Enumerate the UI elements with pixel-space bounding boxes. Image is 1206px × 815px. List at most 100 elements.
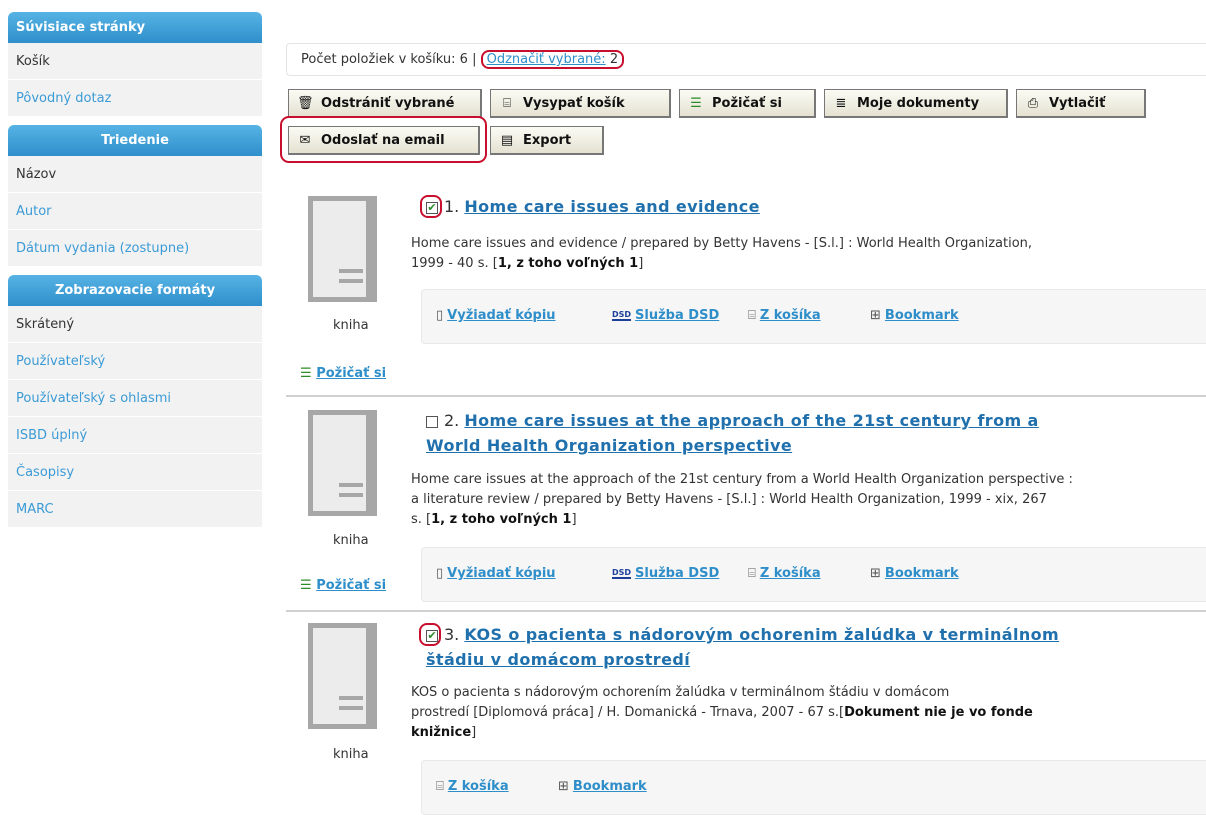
export-icon: ▤ — [500, 132, 514, 148]
cart-count-text: Počet položiek v košíku: 6 | — [301, 52, 477, 67]
dsd-icon: DSD — [612, 310, 632, 321]
record-number: 3. — [444, 625, 460, 644]
format-user[interactable]: Používateľský — [8, 343, 262, 380]
basket-icon: ⌸ — [748, 308, 756, 323]
record-actions: ▯ Vyžiadať kópiu DSD Služba DSD ⌸ Z košíka … — [421, 547, 1206, 602]
format-isbd[interactable]: ISBD úplný — [8, 417, 262, 454]
basket-icon: ⌸ — [503, 95, 511, 111]
dsd-service-link[interactable]: DSD Služba DSD — [612, 566, 719, 581]
record-title: 2. Home care issues at the approach of t… — [426, 408, 1066, 458]
request-copy-link[interactable]: ▯ Vyžiadať kópiu — [436, 566, 556, 581]
record-title: ✔ 3. KOS o pacienta s nádorovým ochorenim… — [426, 622, 1066, 672]
record-title-link[interactable]: KOS o pacienta s nádorovým ochorenim žal… — [464, 625, 1059, 644]
format-marc[interactable]: MARC — [8, 491, 262, 528]
borrow-link[interactable]: ☰ Požičať si — [300, 366, 386, 381]
record-format: kniha — [333, 533, 369, 548]
format-short[interactable]: Skrátený — [8, 306, 262, 343]
my-documents-label: Moje dokumenty — [857, 95, 980, 111]
remove-selected-label: Odstrániť vybrané — [321, 95, 455, 111]
record-description: KOS o pacienta s nádorovým ochorením žal… — [411, 683, 1191, 743]
record-number: 2. — [444, 411, 460, 430]
format-user-citations[interactable]: Používateľský s ohlasmi — [8, 380, 262, 417]
bookmark-link[interactable]: ⊞ Bookmark — [870, 566, 959, 581]
cart-info-bar: Počet položiek v košíku: 6 | Odznačiť vy… — [286, 43, 1206, 76]
desc-line: s. [1, z toho voľných 1] — [411, 512, 577, 527]
record-checkbox[interactable]: ✔ — [426, 201, 438, 214]
desc-line: Home care issues at the approach of the … — [411, 472, 1073, 487]
remove-from-cart-link[interactable]: ⌸ Z košíka — [436, 779, 509, 794]
copy-icon: ▯ — [436, 308, 444, 323]
copy-icon: ▯ — [436, 566, 444, 581]
format-journals[interactable]: Časopisy — [8, 454, 262, 491]
record-title-link-line2[interactable]: štádiu v domácom prostredí — [426, 650, 690, 669]
desc-line: prostredí [Diplomová práca] / H. Domanic… — [411, 705, 1033, 720]
record-actions: ▯ Vyžiadať kópiu DSD Služba DSD ⌸ Z košíka … — [421, 289, 1206, 344]
bookmark-link[interactable]: ⊞ Bookmark — [558, 779, 647, 794]
empty-cart-button[interactable]: ⌸ Vysypať košík — [490, 89, 671, 118]
borrow-label: Požičať si — [712, 95, 782, 111]
request-copy-link[interactable]: ▯ Vyžiadať kópiu — [436, 308, 556, 323]
print-button[interactable]: ⎙ Vytlačiť — [1016, 89, 1146, 118]
documents-icon: ≣ — [835, 95, 847, 111]
desc-line: a literature review / prepared by Betty … — [411, 492, 1047, 507]
borrow-button[interactable]: ☰ Požičať si — [679, 89, 816, 118]
borrow-link[interactable]: ☰ Požičať si — [300, 578, 386, 593]
record-title: ✔ 1. Home care issues and evidence — [426, 194, 1066, 219]
export-button[interactable]: ▤ Export — [490, 126, 604, 155]
book-cover-icon — [308, 410, 377, 516]
record-title-link[interactable]: Home care issues and evidence — [464, 197, 760, 216]
dsd-service-link[interactable]: DSD Služba DSD — [612, 308, 719, 323]
list-icon: ☰ — [300, 578, 312, 593]
sort-by-date[interactable]: Dátum vydania (zostupne) — [8, 230, 262, 267]
remove-from-cart-link[interactable]: ⌸ Z košíka — [748, 308, 821, 323]
record-format: kniha — [333, 747, 369, 762]
sort-by-author[interactable]: Autor — [8, 193, 262, 230]
basket-icon: ⌸ — [436, 779, 444, 794]
deselect-highlight: Odznačiť vybrané: 2 — [480, 50, 625, 69]
record-description: Home care issues at the approach of the … — [411, 470, 1191, 530]
deselect-selected-link[interactable]: Odznačiť vybrané: — [487, 52, 606, 67]
sidebar-item-cart[interactable]: Košík — [8, 43, 262, 80]
record-title-link[interactable]: Home care issues at the approach of the … — [464, 411, 1038, 430]
divider — [286, 610, 1206, 612]
record-number: 1. — [444, 197, 460, 216]
printer-icon: ⎙ — [1027, 95, 1039, 111]
remove-selected-button[interactable]: 🗑 Odstrániť vybrané — [288, 89, 482, 118]
list-icon: ☰ — [690, 95, 702, 111]
record-checkbox[interactable]: ✔ — [426, 629, 438, 642]
empty-cart-label: Vysypať košík — [523, 95, 625, 111]
sidebar-item-original-query[interactable]: Pôvodný dotaz — [8, 80, 262, 117]
bookmark-icon: ⊞ — [558, 779, 569, 794]
print-label: Vytlačiť — [1049, 95, 1106, 111]
remove-from-cart-link[interactable]: ⌸ Z košíka — [748, 566, 821, 581]
record-title-link-line2[interactable]: World Health Organization perspective — [426, 436, 792, 455]
book-cover-icon — [308, 623, 377, 729]
related-pages-heading: Súvisiace stránky — [8, 12, 262, 43]
sorting-heading: Triedenie — [8, 125, 262, 156]
desc-line: Home care issues and evidence / prepared… — [411, 236, 1033, 251]
desc-line: 1999 - 40 s. [1, z toho voľných 1] — [411, 256, 644, 271]
list-icon: ☰ — [300, 366, 312, 381]
book-cover-icon — [308, 196, 377, 302]
record-format: kniha — [333, 318, 369, 333]
bookmark-icon: ⊞ — [870, 566, 881, 581]
divider — [286, 395, 1206, 397]
trash-icon: 🗑 — [297, 95, 314, 111]
display-formats-heading: Zobrazovacie formáty — [8, 275, 262, 306]
my-documents-button[interactable]: ≣ Moje dokumenty — [824, 89, 1008, 118]
dsd-icon: DSD — [612, 568, 632, 579]
sidebar: Súvisiace stránky Košík Pôvodný dotaz Tr… — [8, 12, 262, 528]
bookmark-link[interactable]: ⊞ Bookmark — [870, 308, 959, 323]
selected-count: 2 — [609, 52, 619, 67]
record-actions: ⌸ Z košíka ⊞ Bookmark — [421, 760, 1206, 815]
sort-by-title[interactable]: Názov — [8, 156, 262, 193]
desc-line: KOS o pacienta s nádorovým ochorením žal… — [411, 685, 950, 700]
desc-line: knižnice] — [411, 725, 477, 740]
record-checkbox[interactable] — [426, 415, 438, 428]
send-email-highlight — [280, 116, 487, 163]
basket-icon: ⌸ — [748, 566, 756, 581]
record-description: Home care issues and evidence / prepared… — [411, 234, 1191, 274]
bookmark-icon: ⊞ — [870, 308, 881, 323]
export-label: Export — [523, 132, 572, 148]
main-content: Počet položiek v košíku: 6 | Odznačiť vy… — [280, 0, 1206, 815]
